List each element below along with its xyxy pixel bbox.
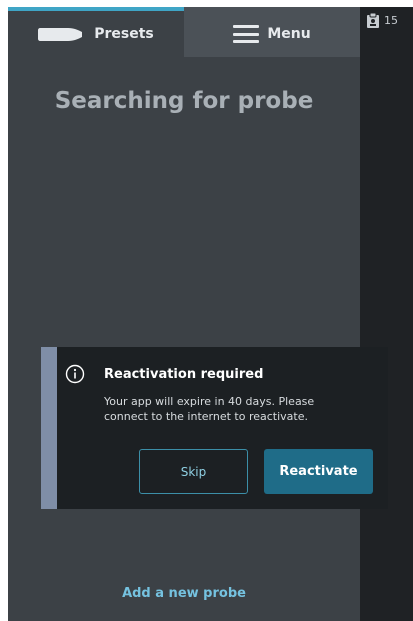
dialog-message: Your app will expire in 40 days. Please … [104,395,315,423]
dialog-title: Reactivation required [104,367,264,382]
tab-presets[interactable]: Presets [8,7,184,57]
hamburger-icon [233,25,260,43]
skip-button[interactable]: Skip [139,449,248,494]
reactivation-dialog: Reactivation required Your app will expi… [41,347,388,509]
probe-icon [38,27,83,41]
right-side-strip [360,7,413,621]
page-title: Searching for probe [54,88,314,114]
tab-menu[interactable]: Menu [184,7,360,57]
add-probe-link[interactable]: Add a new probe [8,586,360,601]
tab-presets-label: Presets [94,26,154,42]
tab-menu-label: Menu [267,26,311,42]
clipboard-icon [367,13,379,28]
status-indicator: 15 [366,13,398,28]
status-count: 15 [384,14,398,27]
info-icon [65,364,85,384]
dialog-accent-bar [41,347,57,509]
reactivate-button[interactable]: Reactivate [264,449,373,494]
top-tabs: Presets Menu [8,7,360,57]
